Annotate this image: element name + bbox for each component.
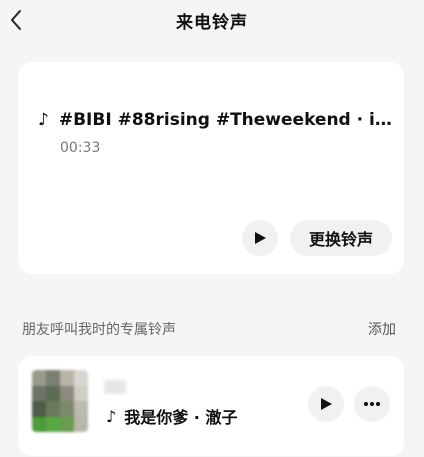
avatar — [32, 370, 88, 432]
music-note-icon: ♪ — [106, 406, 117, 426]
friend-name-blurred — [104, 380, 126, 394]
top-bar: 来电铃声 — [0, 0, 424, 40]
page-title: 来电铃声 — [176, 13, 248, 33]
song-duration: 00:33 — [60, 140, 101, 156]
music-note-icon: ♪ — [38, 110, 49, 130]
play-icon — [321, 398, 332, 410]
play-friend-button[interactable] — [308, 386, 344, 422]
change-ringtone-button[interactable]: 更换铃声 — [290, 220, 392, 256]
current-song-title: #BIBI #88rising #Theweekend · im… — [58, 110, 394, 130]
friends-section-label: 朋友呼叫我时的专属铃声 — [22, 322, 176, 338]
current-ringtone-card: ♪ #BIBI #88rising #Theweekend · im… 00:3… — [18, 62, 404, 274]
current-song-row[interactable]: ♪ #BIBI #88rising #Theweekend · im… — [38, 110, 394, 130]
add-button[interactable]: 添加 — [368, 319, 396, 339]
friend-ringtone-card[interactable]: ♪ 我是你爹 · 澈子 — [18, 356, 404, 456]
friend-song-title: 我是你爹 · 澈子 — [124, 408, 238, 427]
more-dots-icon — [364, 402, 380, 406]
play-current-button[interactable] — [242, 220, 278, 256]
more-options-button[interactable] — [354, 386, 390, 422]
friend-song-row: ♪ 我是你爹 · 澈子 — [106, 404, 237, 428]
play-icon — [255, 232, 266, 244]
